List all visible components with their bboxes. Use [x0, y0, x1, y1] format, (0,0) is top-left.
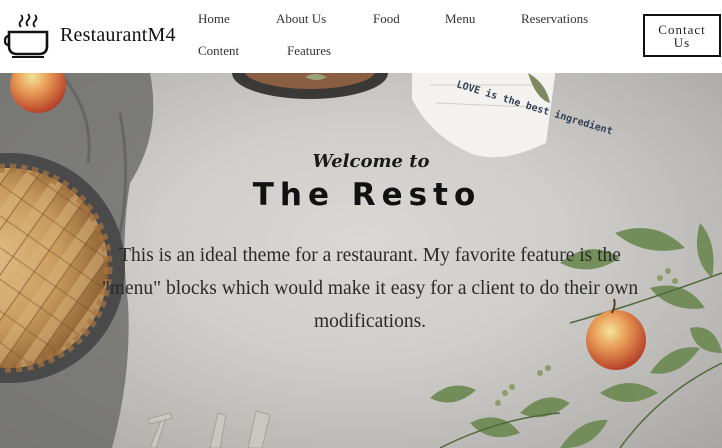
nav-item-features[interactable]: Features: [287, 43, 331, 59]
nav-item-menu[interactable]: Menu: [445, 11, 475, 27]
brand-name: RestaurantM4: [60, 23, 176, 46]
hero-description: This is an ideal theme for a restaurant.…: [101, 245, 639, 332]
nav-item-about-us[interactable]: About Us: [276, 11, 326, 27]
brand[interactable]: RestaurantM4: [4, 10, 176, 60]
nav-item-food[interactable]: Food: [373, 11, 400, 27]
hero-title: The Resto: [252, 177, 482, 213]
hero-welcome-text: Welcome to: [312, 151, 430, 172]
food-bowl-icon: [4, 13, 49, 58]
site-header: RestaurantM4 Home About Us Food Menu Res…: [0, 0, 722, 73]
contact-us-button[interactable]: Contact Us: [643, 14, 721, 57]
nav-item-home[interactable]: Home: [198, 11, 230, 27]
nav-item-reservations[interactable]: Reservations: [521, 11, 588, 27]
nav-item-content[interactable]: Content: [198, 43, 239, 59]
hero-section: LOVE is the best ingredient Welcome to T…: [0, 73, 722, 448]
